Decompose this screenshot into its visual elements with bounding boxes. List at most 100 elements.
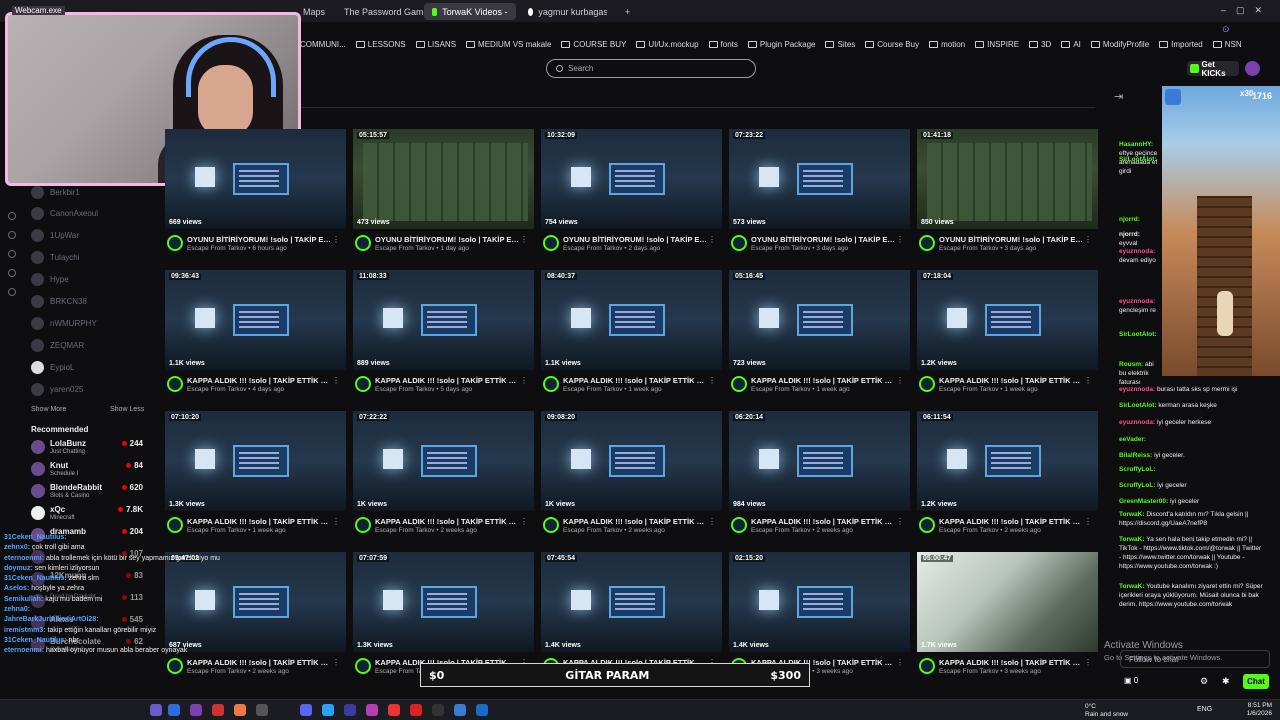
- channel-logo-icon[interactable]: [919, 235, 935, 251]
- app-icon[interactable]: [344, 704, 356, 716]
- more-options-icon[interactable]: ⋮: [896, 517, 904, 526]
- app-icon[interactable]: [212, 704, 224, 716]
- video-card[interactable]: 669 views OYUNU BİTİRİYORUM! !solo | TAKİ…: [165, 129, 346, 279]
- chat-username[interactable]: TorwaK:: [1119, 536, 1145, 543]
- discord-icon[interactable]: [300, 704, 312, 716]
- chat-username[interactable]: BilalReiss:: [1119, 452, 1152, 459]
- bookmark-item[interactable]: NSN: [1212, 40, 1242, 49]
- bookmark-item[interactable]: INSPIRE: [975, 40, 1019, 49]
- chat-username[interactable]: TorwaK:: [1119, 583, 1145, 590]
- sidebar-item-channel[interactable]: Berkbir1: [31, 186, 80, 199]
- video-thumbnail[interactable]: 11:08:33 889 views: [353, 270, 534, 370]
- video-thumbnail[interactable]: 10:32:09 754 views: [541, 129, 722, 229]
- video-title[interactable]: KAPPA ALDIK !!! !solo | TAKİP ETTİK M...: [187, 376, 333, 385]
- video-thumbnail[interactable]: 06:20:14 984 views: [729, 411, 910, 511]
- chat-username[interactable]: eeVader:: [1119, 436, 1146, 443]
- chat-username[interactable]: Rousm:: [1119, 361, 1143, 368]
- language-indicator[interactable]: ENG: [1197, 706, 1212, 713]
- more-options-icon[interactable]: ⋮: [896, 658, 904, 667]
- more-options-icon[interactable]: ⋮: [1084, 517, 1092, 526]
- video-thumbnail[interactable]: 07:45:54 1.4K views: [541, 552, 722, 652]
- bookmark-item[interactable]: ModifyProfile: [1090, 40, 1149, 49]
- app-icon[interactable]: [454, 704, 466, 716]
- more-options-icon[interactable]: ⋮: [332, 658, 340, 667]
- video-title[interactable]: KAPPA ALDIK !!! !solo | TAKİP ETTİK M...: [187, 658, 333, 667]
- search-input[interactable]: Search: [546, 59, 756, 78]
- video-card[interactable]: 11:08:33 889 views KAPPA ALDIK !!! !solo |…: [353, 270, 534, 420]
- video-title[interactable]: OYUNU BİTİRİYORUM! !solo | TAKİP ET...: [939, 235, 1085, 244]
- video-thumbnail[interactable]: 09:08:20 1K views: [541, 411, 722, 511]
- video-card[interactable]: 07:18:04 1.2K views KAPPA ALDIK !!! !solo …: [917, 270, 1098, 420]
- following-icon[interactable]: [8, 250, 16, 258]
- channel-logo-icon[interactable]: [355, 517, 371, 533]
- app-icon[interactable]: [366, 704, 378, 716]
- more-options-icon[interactable]: ⋮: [708, 376, 716, 385]
- more-options-icon[interactable]: ⋮: [520, 235, 528, 244]
- video-title[interactable]: KAPPA ALDIK !!! !solo | TAKİP ETTİK M...: [375, 376, 521, 385]
- chat-input[interactable]: Follow to chat: [1120, 650, 1270, 668]
- browse-icon[interactable]: [8, 231, 16, 239]
- video-title[interactable]: OYUNU BİTİRİYORUM! !solo | TAKİP ET...: [563, 235, 709, 244]
- channel-logo-icon[interactable]: [731, 517, 747, 533]
- profile-icon[interactable]: ⊙: [1222, 24, 1230, 35]
- more-options-icon[interactable]: ⋮: [708, 235, 716, 244]
- recommended-channel[interactable]: BlondeRabbit Slots & Casino 620: [31, 483, 143, 500]
- video-thumbnail[interactable]: 05:15:57 473 views: [353, 129, 534, 229]
- video-card[interactable]: 01:41:18 850 views OYUNU BİTİRİYORUM! !sol…: [917, 129, 1098, 279]
- channel-logo-icon[interactable]: [543, 235, 559, 251]
- sidebar-item-channel[interactable]: Hype: [31, 273, 69, 286]
- bookmark-item[interactable]: motion: [929, 40, 965, 49]
- chat-username[interactable]: SirLootAlot:: [1119, 402, 1157, 409]
- video-title[interactable]: KAPPA ALDIK !!! !solo | TAKİP ETTİK M...: [563, 376, 709, 385]
- chat-username[interactable]: njorrd:: [1119, 231, 1140, 238]
- recommended-channel[interactable]: xQc Minecraft 7.8K: [31, 505, 143, 522]
- video-thumbnail[interactable]: 07:10:20 1.3K views: [165, 411, 346, 511]
- bookmark-item[interactable]: 3D: [1029, 40, 1051, 49]
- tab-password-game[interactable]: The Password Game: [336, 3, 437, 20]
- channel-logo-icon[interactable]: [543, 517, 559, 533]
- more-options-icon[interactable]: ⋮: [332, 235, 340, 244]
- video-title[interactable]: OYUNU BİTİRİYORUM! !solo | TAKİP ET...: [187, 235, 333, 244]
- channel-logo-icon[interactable]: [167, 658, 183, 674]
- sidebar-item-channel[interactable]: CanonAxeoul: [31, 207, 98, 220]
- chat-username[interactable]: TorwaK:: [1119, 511, 1145, 518]
- chat-username[interactable]: SirLootAlot:: [1119, 331, 1157, 338]
- channel-logo-icon[interactable]: [355, 658, 371, 674]
- bookmark-item[interactable]: AI: [1061, 40, 1081, 49]
- more-options-icon[interactable]: ⋮: [896, 235, 904, 244]
- video-card[interactable]: 10:32:09 754 views OYUNU BİTİRİYORUM! !sol…: [541, 129, 722, 279]
- bookmark-item[interactable]: COMMUNI...: [300, 40, 346, 49]
- video-thumbnail[interactable]: 07:18:04 1.2K views: [917, 270, 1098, 370]
- recommended-channel[interactable]: LolaBunz Just Chatting 244: [31, 439, 143, 456]
- bookmark-item[interactable]: Sites: [825, 40, 855, 49]
- tab-google-search[interactable]: yagmur kurbagasi® - Goo: [520, 3, 615, 20]
- emote-icon[interactable]: ✱: [1222, 676, 1230, 687]
- bookmark-item[interactable]: Plugin Package: [747, 40, 815, 49]
- tab-torwak-videos[interactable]: TorwaK Videos - Watch C: [424, 3, 516, 20]
- steam-icon[interactable]: [476, 704, 488, 716]
- more-options-icon[interactable]: ⋮: [520, 517, 528, 526]
- chat-username[interactable]: GreenMaster00:: [1119, 498, 1168, 505]
- chat-username[interactable]: HasannHY:: [1119, 141, 1153, 148]
- channel-logo-icon[interactable]: [919, 658, 935, 674]
- app-icon[interactable]: [432, 704, 444, 716]
- show-less-link[interactable]: Show Less: [110, 406, 144, 413]
- bookmark-item[interactable]: UI/Ux.mockup: [636, 40, 699, 49]
- video-title[interactable]: KAPPA ALDIK !!! !solo | TAKİP ETTİK M...: [187, 517, 333, 526]
- chat-username[interactable]: eyuznnoda:: [1119, 386, 1155, 393]
- more-options-icon[interactable]: ⋮: [708, 517, 716, 526]
- more-options-icon[interactable]: ⋮: [1084, 658, 1092, 667]
- chat-username[interactable]: eyuznnoda:: [1119, 419, 1155, 426]
- avatar[interactable]: [1245, 61, 1260, 76]
- video-thumbnail[interactable]: 07:23:22 573 views: [729, 129, 910, 229]
- chat-username[interactable]: ScruffyLoL:: [1119, 482, 1155, 489]
- chat-settings-icon[interactable]: ⚙: [1200, 676, 1208, 687]
- video-thumbnail[interactable]: 07:22:22 1K views: [353, 411, 534, 511]
- video-card[interactable]: 06:20:14 984 views KAPPA ALDIK !!! !solo |…: [729, 411, 910, 561]
- bookmark-item[interactable]: fonts: [708, 40, 738, 49]
- video-title[interactable]: KAPPA ALDIK !!! !solo | TAKİP ETTİK M...: [939, 517, 1085, 526]
- sidebar-item-channel[interactable]: 1UpWar: [31, 229, 79, 242]
- channel-logo-icon[interactable]: [355, 235, 371, 251]
- sidebar-item-channel[interactable]: yaren025: [31, 383, 83, 396]
- more-options-icon[interactable]: ⋮: [332, 376, 340, 385]
